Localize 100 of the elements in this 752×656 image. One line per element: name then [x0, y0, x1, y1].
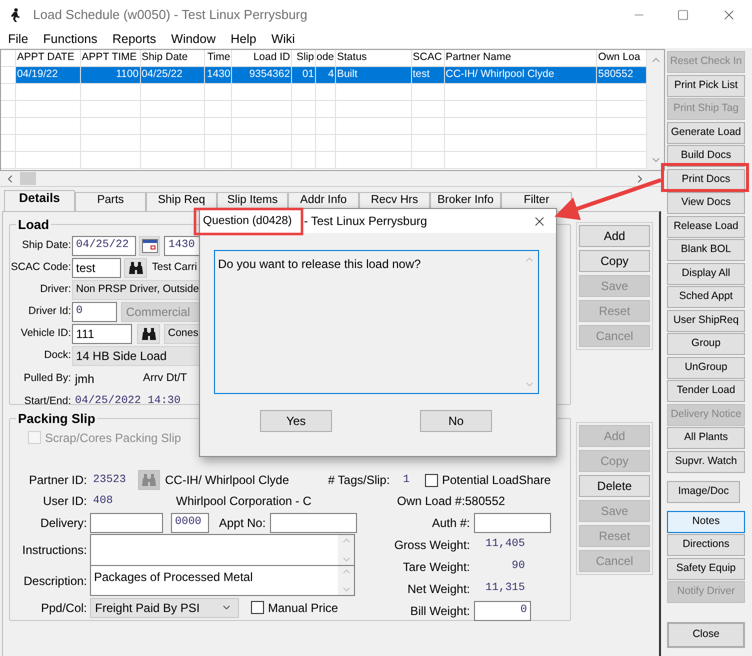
field-label: Bill Weight:	[409, 602, 471, 620]
field-value: 580552	[465, 493, 506, 510]
action-button[interactable]: Release Load	[667, 216, 745, 238]
lookup-button[interactable]	[124, 258, 147, 278]
action-button[interactable]: Display All	[667, 262, 745, 284]
tab[interactable]: Ship Req	[146, 192, 217, 211]
action-button[interactable]: Blank BOL	[667, 239, 745, 261]
field-label: Description:	[22, 572, 88, 590]
table-cell: 9354362	[232, 67, 292, 83]
field-label: Auth #:	[430, 514, 471, 532]
column-header[interactable]: Status	[336, 50, 412, 66]
field-label: Start/End:	[23, 394, 72, 409]
horizontal-scrollbar[interactable]	[0, 171, 665, 187]
table-cell: 4	[316, 67, 336, 83]
dropdown-field[interactable]: Freight Paid By PSI	[90, 598, 239, 618]
weight-value: 11,405	[484, 537, 525, 552]
menu-item[interactable]: Window	[171, 30, 216, 48]
action-button[interactable]: View Docs	[667, 192, 745, 214]
checkbox[interactable]	[251, 601, 264, 614]
column-header[interactable]: Slip	[292, 50, 316, 66]
column-header[interactable]: ode	[316, 50, 336, 66]
input-field[interactable]: 111	[72, 324, 132, 344]
column-header[interactable]: SCAC	[412, 50, 445, 66]
weight-value: 90	[510, 559, 525, 574]
input-field[interactable]: 1430	[164, 236, 201, 256]
vertical-scrollbar[interactable]	[647, 50, 664, 170]
weight-value: 11,315	[484, 581, 525, 596]
column-header[interactable]: APPT DATE	[16, 50, 81, 66]
action-button[interactable]: Close	[667, 622, 745, 648]
running-figure-icon	[9, 8, 21, 22]
dialog-button[interactable]: No	[420, 410, 492, 432]
column-header[interactable]: Load ID	[232, 50, 292, 66]
dropdown-value: Freight Paid By PSI	[95, 600, 200, 616]
column-header[interactable]: Partner Name	[444, 50, 598, 66]
text-area[interactable]: Packages of Processed Metal	[90, 566, 355, 596]
field-label: Driver:	[39, 282, 72, 297]
checkbox-label: Scrap/Cores Packing Slip	[45, 430, 182, 446]
field-label: Ppd/Col:	[40, 600, 88, 616]
input-field[interactable]: 0	[474, 600, 531, 620]
action-button[interactable]: Copy	[579, 250, 650, 272]
action-button[interactable]: Image/Doc	[667, 480, 740, 502]
text-area-value: Packages of Processed Metal	[94, 570, 253, 584]
dialog-button[interactable]: Yes	[260, 410, 332, 432]
action-button[interactable]: Notes	[667, 510, 745, 532]
action-button[interactable]: Delete	[579, 475, 650, 497]
table-cell: 04/25/22	[140, 67, 206, 83]
action-button[interactable]: Safety Equip	[667, 558, 745, 580]
menu-item[interactable]: Functions	[43, 30, 98, 48]
dropdown-field[interactable]: 14 HB Side Load	[72, 346, 201, 366]
calendar-button[interactable]	[139, 236, 160, 256]
input-field[interactable]	[474, 512, 551, 532]
tab[interactable]: Details	[4, 190, 75, 211]
action-button[interactable]: Generate Load	[667, 122, 745, 144]
field-label: Dock:	[43, 348, 72, 363]
action-button[interactable]: Print Pick List	[667, 74, 745, 96]
menu-item[interactable]: File	[8, 30, 28, 48]
group-title: Packing Slip	[17, 410, 96, 428]
table-cell: CC-IH/ Whirlpool Clyde	[444, 67, 598, 83]
binoculars-icon	[141, 473, 157, 487]
action-button[interactable]: Add	[579, 225, 650, 247]
dropdown-field[interactable]: Non PRSP Driver, Outside	[72, 280, 201, 300]
field-value: 23523	[93, 472, 128, 488]
action-button[interactable]: Supvr. Watch	[667, 450, 745, 472]
input-field[interactable]	[90, 512, 163, 532]
menu-item[interactable]: Help	[230, 30, 256, 48]
table-cell: 1430	[205, 67, 232, 83]
action-button[interactable]: All Plants	[667, 427, 745, 449]
menu-item[interactable]: Wiki	[271, 30, 295, 48]
text-area[interactable]	[90, 534, 355, 566]
action-button[interactable]: User ShipReq	[667, 310, 745, 332]
action-button[interactable]: Print Docs	[667, 168, 745, 190]
group-title: Load	[17, 216, 50, 234]
table-cell: Built	[336, 67, 412, 83]
action-button[interactable]: Tender Load	[667, 380, 745, 402]
field-label: User ID:	[42, 493, 88, 510]
checkbox[interactable]	[425, 474, 438, 486]
dialog-title: Question (d0428)	[203, 214, 292, 228]
column-header[interactable]: Ship Date	[140, 50, 206, 66]
input-field[interactable]: 04/25/22	[72, 236, 136, 256]
action-button[interactable]: UnGroup	[667, 356, 745, 378]
column-header[interactable]: Time	[205, 50, 232, 66]
lookup-button[interactable]	[137, 324, 160, 344]
tab[interactable]: Parts	[75, 192, 146, 211]
maximize-icon[interactable]	[677, 9, 689, 21]
dialog-subtitle: - Test Linux Perrysburg	[304, 213, 428, 230]
action-button[interactable]: Group	[667, 333, 745, 355]
input-field[interactable]: 0	[72, 302, 117, 322]
column-header[interactable]: APPT TIME	[80, 50, 141, 66]
menu-item[interactable]: Reports	[112, 30, 156, 48]
action-button[interactable]: Directions	[667, 534, 745, 556]
field-value: 04/25/2022 14:30	[75, 394, 181, 410]
vehicle-button[interactable]: Cones	[164, 324, 200, 344]
action-button[interactable]: Sched Appt	[667, 286, 745, 308]
table-row[interactable]: 04/19/22 1100 04/25/22 1430 9354362 01 4 Built test CC-IH/ Whirlpool Clyde 580552	[1, 67, 647, 84]
input-field[interactable]: 0000	[171, 512, 209, 532]
scrollbar-thumb[interactable]	[20, 172, 36, 185]
field-label: Delivery:	[39, 514, 88, 532]
table-cell: test	[412, 67, 445, 83]
input-field[interactable]	[270, 512, 357, 532]
input-field[interactable]: test	[72, 258, 121, 278]
